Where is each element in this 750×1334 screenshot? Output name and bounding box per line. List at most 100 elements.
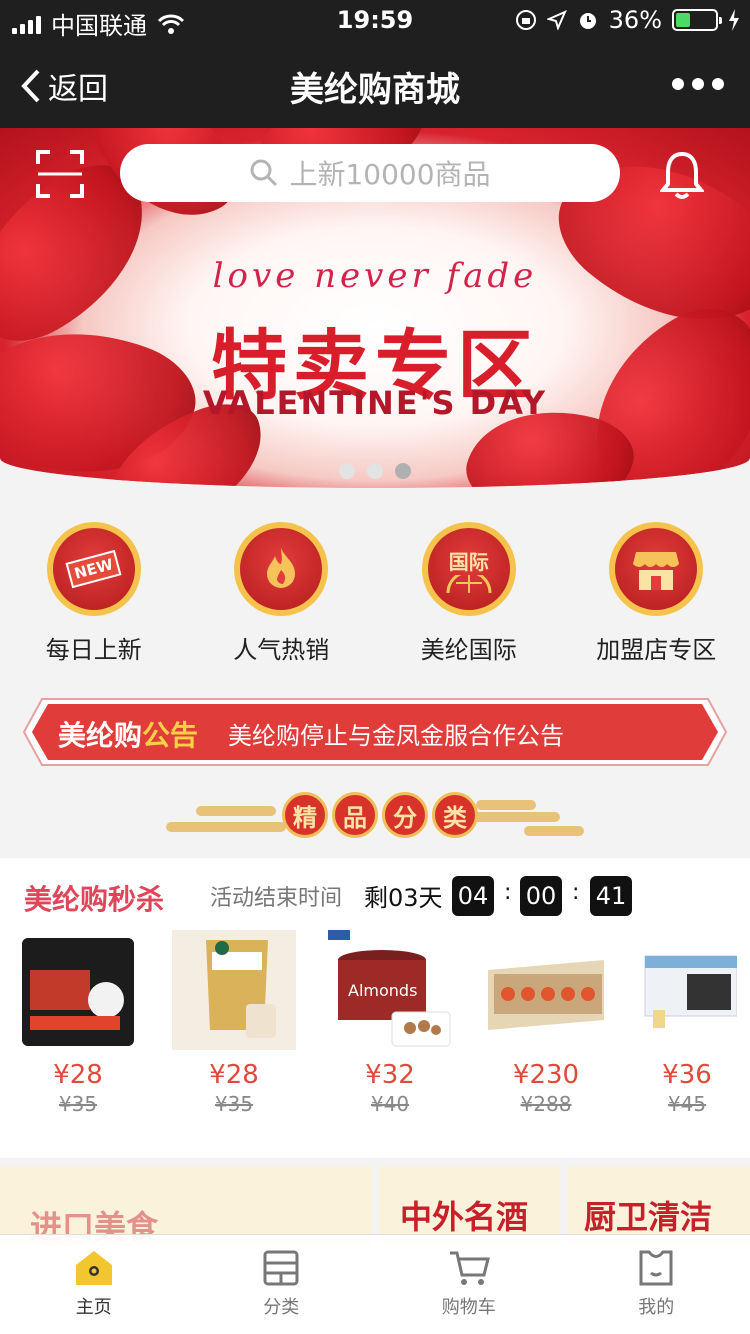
category-icon xyxy=(263,1250,299,1286)
screen: 中国联通 19:59 36% 返回 美纶购商城 上新10000商品 love n… xyxy=(0,0,750,1334)
home-icon xyxy=(75,1251,112,1285)
status-bar: 中国联通 19:59 36% xyxy=(0,0,750,40)
more-icon xyxy=(672,78,684,90)
new-icon: NEW xyxy=(52,528,135,610)
section-title-char: 品 xyxy=(332,792,378,838)
flash-sale-remaining: 剩03天 xyxy=(364,884,443,912)
battery-label: 36% xyxy=(608,6,662,34)
fire-icon xyxy=(240,528,323,610)
cloud-decoration xyxy=(470,812,560,822)
quick-nav: NEW 每日上新 人气热销 国际 美纶国际 加盟店专区 xyxy=(0,500,750,680)
carousel-dot[interactable] xyxy=(339,463,355,479)
product-image xyxy=(637,930,738,1050)
tab-cart[interactable]: 购物车 xyxy=(375,1235,563,1334)
product-card[interactable]: ¥28 ¥35 xyxy=(156,930,312,1140)
countdown-minutes: 00 xyxy=(520,876,562,916)
section-title-char: 精 xyxy=(282,792,328,838)
flash-sale-products: ¥28 ¥35 ¥28 ¥35 Almonds ¥32 ¥40 ¥230 ¥28… xyxy=(0,930,750,1140)
svg-text:Almonds: Almonds xyxy=(348,981,417,1000)
tab-label: 我的 xyxy=(638,1297,675,1318)
flash-sale-title: 美纶购秒杀 xyxy=(24,883,165,916)
scan-icon[interactable] xyxy=(36,150,84,198)
product-card[interactable]: ¥36 ¥45 xyxy=(624,930,750,1140)
product-image xyxy=(484,930,608,1050)
bell-icon[interactable] xyxy=(660,150,704,200)
product-image xyxy=(16,930,140,1050)
product-price: ¥230 xyxy=(512,1060,580,1090)
search-bar[interactable]: 上新10000商品 xyxy=(120,144,620,202)
section-title-char: 类 xyxy=(432,792,478,838)
more-button[interactable] xyxy=(672,78,724,90)
product-old-price: ¥45 xyxy=(667,1092,707,1116)
tab-label: 主页 xyxy=(75,1297,112,1318)
cart-icon xyxy=(449,1251,490,1285)
carousel-dot-active[interactable] xyxy=(395,463,411,479)
tab-category[interactable]: 分类 xyxy=(188,1235,376,1334)
battery-icon xyxy=(672,9,722,31)
nav-bar: 返回 美纶购商城 xyxy=(0,40,750,128)
countdown-separator: : xyxy=(504,880,512,905)
quick-nav-label: 加盟店专区 xyxy=(596,636,717,664)
quick-nav-international[interactable]: 国际 美纶国际 xyxy=(375,500,563,680)
section-header: 精 品 分 类 xyxy=(0,788,750,848)
status-right: 36% xyxy=(515,6,740,34)
product-price: ¥36 xyxy=(662,1060,712,1090)
quick-nav-hot-sale[interactable]: 人气热销 xyxy=(188,500,376,680)
section-title: 精 品 分 类 xyxy=(282,792,478,838)
carousel-dot[interactable] xyxy=(367,463,383,479)
countdown-separator: : xyxy=(572,880,580,905)
tab-home[interactable]: 主页 xyxy=(0,1235,188,1334)
product-price: ¥32 xyxy=(365,1060,415,1090)
page-title: 美纶购商城 xyxy=(290,70,460,110)
cloud-decoration xyxy=(476,800,536,810)
product-price: ¥28 xyxy=(53,1060,103,1090)
tab-label: 分类 xyxy=(263,1297,300,1318)
category-tile-label: 中外名酒 xyxy=(400,1198,529,1236)
announcement-brand-name: 美纶购 xyxy=(58,719,143,752)
announcement-bar[interactable]: 美纶购公告 美纶购停止与金凤金服合作公告 xyxy=(22,697,728,767)
new-badge: NEW xyxy=(65,549,122,589)
product-image: Almonds xyxy=(328,930,452,1050)
product-image xyxy=(172,930,296,1050)
product-old-price: ¥35 xyxy=(214,1092,254,1116)
product-card[interactable]: ¥230 ¥288 xyxy=(468,930,624,1140)
countdown-hours: 04 xyxy=(452,876,494,916)
announcement-message: 美纶购停止与金凤金服合作公告 xyxy=(228,722,564,750)
tab-label: 购物车 xyxy=(441,1297,496,1318)
section-title-char: 分 xyxy=(382,792,428,838)
announcement-brand: 美纶购公告 xyxy=(58,714,198,754)
tab-profile[interactable]: 我的 xyxy=(563,1235,750,1334)
cloud-decoration xyxy=(196,806,276,816)
cloud-decoration xyxy=(166,822,286,832)
profile-icon xyxy=(639,1250,673,1286)
promo-banner[interactable]: 上新10000商品 love never fade 特卖专区 VALENTINE… xyxy=(0,128,750,488)
carousel-dots[interactable] xyxy=(0,463,750,479)
countdown-seconds: 41 xyxy=(590,876,632,916)
product-old-price: ¥35 xyxy=(58,1092,98,1116)
product-card[interactable]: Almonds ¥32 ¥40 xyxy=(312,930,468,1140)
quick-nav-label: 美纶国际 xyxy=(420,636,517,664)
product-old-price: ¥40 xyxy=(370,1092,410,1116)
store-icon xyxy=(615,528,698,610)
search-icon xyxy=(250,159,278,187)
quick-nav-daily-new[interactable]: NEW 每日上新 xyxy=(0,500,188,680)
category-tile-label: 厨卫清洁 xyxy=(584,1198,713,1236)
location-icon xyxy=(546,10,567,30)
quick-nav-label: 每日上新 xyxy=(45,636,142,664)
flash-sale-end-label: 活动结束时间 xyxy=(210,886,343,911)
banner-subtitle: VALENTINE'S DAY xyxy=(202,384,548,422)
quick-nav-franchise[interactable]: 加盟店专区 xyxy=(563,500,750,680)
cloud-decoration xyxy=(524,826,584,836)
search-placeholder: 上新10000商品 xyxy=(289,158,491,191)
globe-icon: 国际 xyxy=(427,528,510,610)
flash-sale-section: 美纶购秒杀 活动结束时间 剩03天 04 : 00 : 41 ¥28 ¥35 ¥… xyxy=(0,858,750,1158)
product-old-price: ¥288 xyxy=(520,1092,572,1116)
product-price: ¥28 xyxy=(209,1060,259,1090)
tab-bar: 主页 分类 购物车 我的 xyxy=(0,1234,750,1334)
globe-badge: 国际 xyxy=(448,549,489,574)
product-card[interactable]: ¥28 ¥35 xyxy=(0,930,156,1140)
alarm-icon xyxy=(579,13,596,29)
charging-icon xyxy=(729,9,739,31)
rotation-lock-icon xyxy=(515,10,536,30)
banner-script-text: love never fade xyxy=(212,256,538,296)
